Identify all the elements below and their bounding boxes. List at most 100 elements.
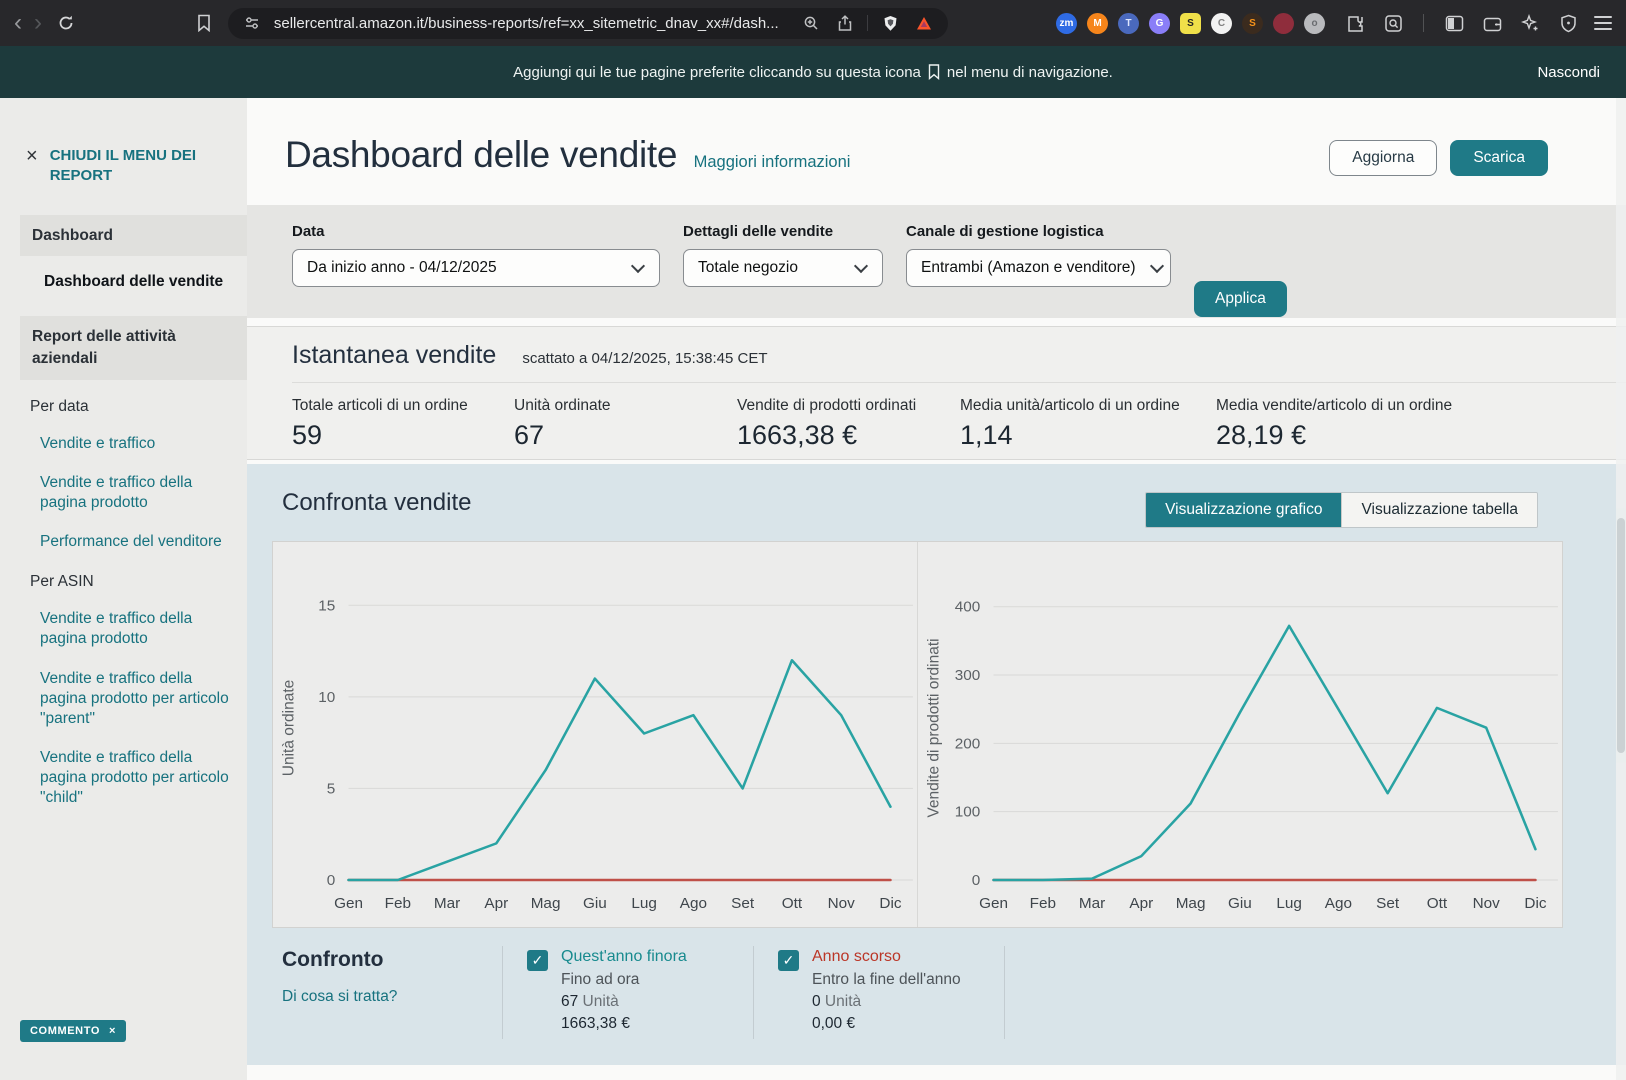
sidebar-item-10[interactable]: Vendite e traffico della pagina prodotto… [0, 738, 247, 817]
sidebar-item-4[interactable]: Vendite e traffico [0, 424, 247, 463]
svg-text:Lug: Lug [631, 895, 657, 912]
comment-badge-close-icon[interactable]: × [109, 1025, 116, 1037]
sidebar-item-7: Per ASIN [0, 561, 247, 599]
comparison-legend: Confronto Di cosa si tratta? ✓ Quest'anno… [272, 940, 1563, 1039]
svg-text:Set: Set [731, 895, 755, 912]
sidebar-item-6[interactable]: Performance del venditore [0, 522, 247, 561]
legend-units-word: Unità [821, 993, 862, 1010]
comment-badge[interactable]: COMMENTO × [20, 1020, 126, 1042]
comment-badge-label: COMMENTO [30, 1025, 100, 1037]
metamask-icon[interactable]: M [1087, 13, 1108, 34]
main-content: Dashboard delle vendite Maggiori informa… [247, 98, 1626, 1080]
svg-text:400: 400 [955, 599, 981, 616]
svg-text:15: 15 [318, 597, 335, 614]
snapshot-metrics: Totale articoli di un ordine 59Unità ordi… [292, 383, 1626, 451]
legend-item-text: Quest'anno finoraFino ad ora67 Unità1663… [561, 948, 729, 1033]
sidebar-item-9[interactable]: Vendite e traffico della pagina prodotto… [0, 659, 247, 738]
metric-label: Unità ordinate [514, 397, 737, 415]
svg-text:Mag: Mag [1176, 895, 1206, 912]
legend-heading: Confronto [282, 948, 478, 972]
ghostery-icon[interactable]: G [1149, 13, 1170, 34]
c-extension-icon[interactable]: C [1211, 13, 1232, 34]
ordered-product-sales-chart: 0100200300400Vendite di prodotti ordinat… [918, 542, 1562, 927]
sats-extension-icon[interactable]: S [1242, 13, 1263, 34]
scrollbar-thumb[interactable] [1617, 518, 1625, 753]
download-button[interactable]: Scarica [1450, 140, 1548, 176]
apply-button[interactable]: Applica [1194, 281, 1287, 317]
bookmark-hint-icon [928, 64, 940, 80]
blue-extension-icon[interactable]: T [1118, 13, 1139, 34]
svg-text:Apr: Apr [484, 895, 508, 912]
fulfillment-channel-filter-label: Canale di gestione logistica [906, 223, 1171, 240]
date-filter-value: Da inizio anno - 04/12/2025 [307, 259, 617, 277]
sidebar-item-3: Per data [0, 386, 247, 424]
puzzle-extensions-icon[interactable] [1343, 11, 1367, 35]
zoom-page-icon[interactable] [799, 11, 823, 35]
svg-text:Ago: Ago [680, 895, 707, 912]
wallet-icon[interactable] [1480, 11, 1504, 35]
legend-heading-block: Confronto Di cosa si tratta? [272, 946, 503, 1039]
svg-text:Giu: Giu [583, 895, 607, 912]
pill-divider [867, 15, 868, 31]
sidebar-item-8[interactable]: Vendite e traffico della pagina prodotto [0, 599, 247, 658]
close-report-menu-label[interactable]: CHIUDI IL MENU DEI REPORT [50, 146, 229, 187]
session-extension-icon[interactable]: S [1180, 13, 1201, 34]
more-info-link[interactable]: Maggiori informazioni [694, 153, 851, 171]
brave-rewards-icon[interactable] [912, 11, 936, 35]
metric-label: Totale articoli di un ordine [292, 397, 514, 415]
close-icon[interactable]: × [26, 146, 38, 166]
tab-table-view[interactable]: Visualizzazione tabella [1341, 493, 1537, 527]
svg-text:Mar: Mar [434, 895, 460, 912]
share-icon[interactable] [833, 11, 857, 35]
menu-icon[interactable] [1594, 16, 1612, 30]
vpn-shield-icon[interactable] [1556, 11, 1580, 35]
forward-icon[interactable]: › [34, 11, 42, 35]
banner-text-before: Aggiungi qui le tue pagine preferite cli… [513, 64, 921, 81]
metric-value: 1,14 [960, 420, 1216, 451]
svg-text:300: 300 [955, 667, 981, 684]
fulfillment-channel-select[interactable]: Entrambi (Amazon e venditore) [906, 249, 1171, 287]
svg-text:0: 0 [327, 872, 336, 889]
svg-text:0: 0 [972, 872, 981, 889]
refresh-button[interactable]: Aggiorna [1329, 140, 1437, 176]
snapshot-metric-1: Unità ordinate67 [514, 397, 737, 451]
back-icon[interactable]: ‹ [14, 11, 22, 35]
page-scrollbar[interactable] [1616, 98, 1626, 1080]
bookmark-icon[interactable] [192, 11, 216, 35]
brave-shield-icon[interactable] [878, 11, 902, 35]
chevron-down-icon [1149, 259, 1163, 273]
shield-extension-icon[interactable]: o [1304, 13, 1325, 34]
url-text[interactable]: sellercentral.amazon.it/business-reports… [274, 15, 789, 32]
sidebar-toggle-icon[interactable] [1442, 11, 1466, 35]
zoom-extension-icon[interactable]: zm [1056, 13, 1077, 34]
search-panel-icon[interactable] [1381, 11, 1405, 35]
metric-value: 59 [292, 420, 514, 451]
svg-text:Gen: Gen [334, 895, 363, 912]
snapshot-title: Istantanea vendite [292, 341, 496, 370]
red-extension-icon[interactable] [1273, 13, 1294, 34]
date-filter-select[interactable]: Da inizio anno - 04/12/2025 [292, 249, 660, 287]
legend-item-amount: 0,00 € [812, 1015, 980, 1033]
sidebar-item-1[interactable]: Dashboard delle vendite [0, 262, 247, 302]
reload-icon[interactable] [54, 11, 78, 35]
sales-detail-select[interactable]: Totale negozio [683, 249, 883, 287]
legend-item-1: ✓ Anno scorsoEntro la fine dell'anno0 Uni… [754, 946, 1005, 1039]
banner-hide-button[interactable]: Nascondi [1537, 64, 1600, 81]
address-bar[interactable]: sellercentral.amazon.it/business-reports… [228, 8, 948, 39]
banner-text-after: nel menu di navigazione. [947, 64, 1113, 81]
legend-item-amount: 1663,38 € [561, 1015, 729, 1033]
close-report-menu[interactable]: × CHIUDI IL MENU DEI REPORT [26, 146, 229, 187]
browser-action-icons [1343, 11, 1612, 35]
fulfillment-channel-value: Entrambi (Amazon e venditore) [921, 259, 1136, 277]
what-is-this-link[interactable]: Di cosa si tratta? [282, 988, 478, 1006]
sidebar-item-5[interactable]: Vendite e traffico della pagina prodotto [0, 463, 247, 522]
leo-ai-sparkle-icon[interactable] [1518, 11, 1542, 35]
view-tabs: Visualizzazione grafico Visualizzazione … [1145, 492, 1538, 528]
report-sidebar: × CHIUDI IL MENU DEI REPORT DashboardDas… [0, 98, 247, 1080]
tab-chart-view[interactable]: Visualizzazione grafico [1146, 493, 1341, 527]
legend-item-text: Anno scorsoEntro la fine dell'anno0 Unit… [812, 948, 980, 1033]
legend-checkbox[interactable]: ✓ [778, 950, 799, 971]
sidebar-list: DashboardDashboard delle venditeReport d… [0, 215, 247, 818]
site-settings-icon[interactable] [240, 11, 264, 35]
legend-checkbox[interactable]: ✓ [527, 950, 548, 971]
